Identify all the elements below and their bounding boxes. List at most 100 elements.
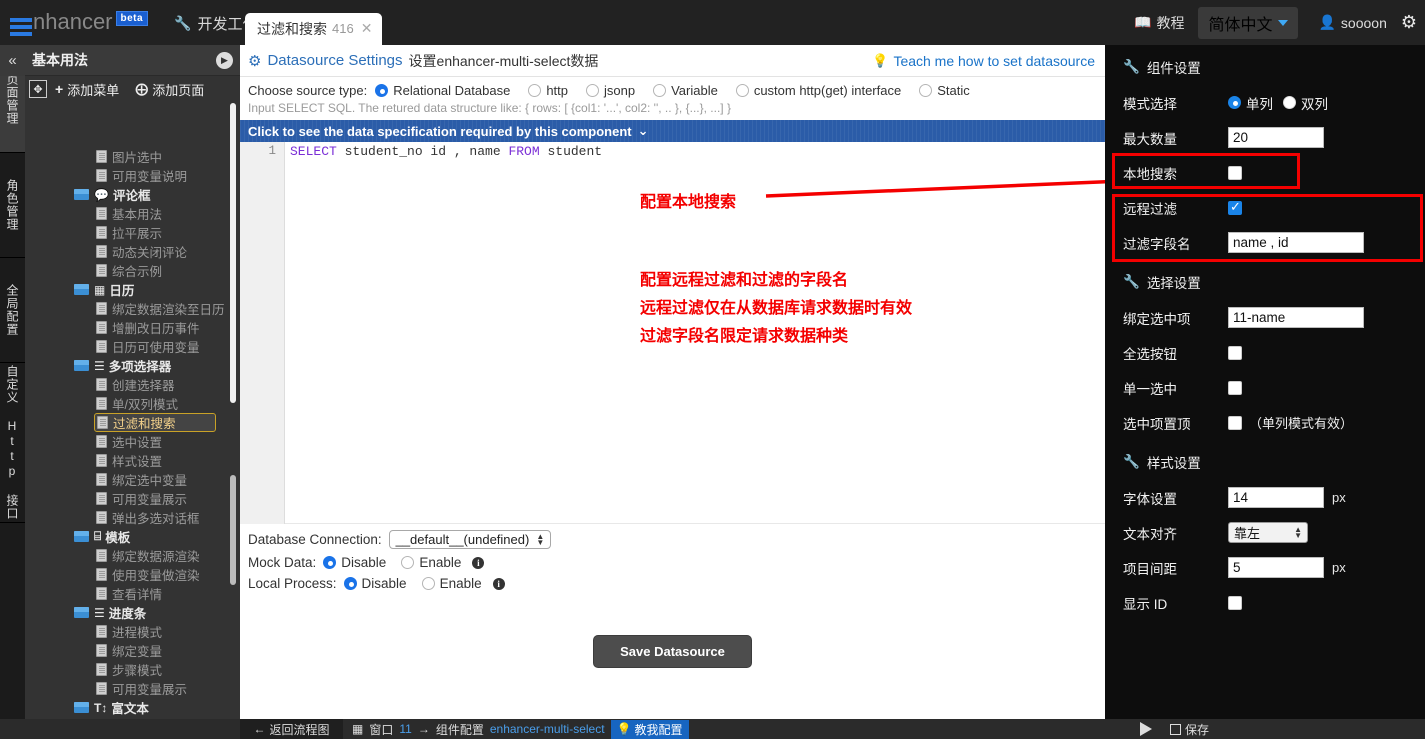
rail-item-global-config[interactable]: 全局配置 (0, 258, 25, 363)
font-size-label: 字体设置 (1123, 491, 1177, 507)
source-type-static[interactable]: Static (919, 83, 970, 98)
mode-single-label: 单列 (1246, 96, 1273, 112)
bottom-bar-right: 保存 (1140, 719, 1209, 739)
mock-disable-label: Disable (341, 555, 387, 570)
item-spacing-label: 项目间距 (1123, 561, 1177, 577)
show-id-checkbox[interactable] (1228, 595, 1242, 610)
local-search-checkbox[interactable] (1228, 165, 1242, 180)
grid-icon[interactable]: ▦ (352, 722, 363, 736)
preview-play-icon[interactable]: ▶ (216, 51, 233, 69)
remote-filter-row: 远程过滤 (1105, 190, 1425, 225)
radio-icon (343, 577, 357, 590)
radio-icon (653, 84, 667, 97)
save-datasource-button[interactable]: Save Datasource (593, 635, 752, 668)
section-select-label: 选择设置 (1146, 276, 1201, 291)
app-root: nhancer beta 🔧 开发工作台 过滤和搜索 416 ✕ 📖 教程 简体… (0, 0, 1425, 739)
datasource-title: ⚙ Datasource Settings 设置enhancer-multi-s… (248, 51, 598, 71)
text-align-value: 靠左 (1234, 526, 1261, 541)
bind-selected-input[interactable] (1228, 307, 1364, 328)
rail-item-custom-http[interactable]: 自定义 Http 接口 (0, 363, 25, 523)
gear-icon[interactable]: ⚙ (1401, 12, 1425, 33)
language-selector[interactable]: 简体中文 (1198, 6, 1299, 39)
source-type-relational-database[interactable]: Relational Database (375, 83, 510, 98)
app-logo[interactable]: nhancer beta (10, 9, 149, 36)
component-name-link[interactable]: enhancer-multi-select (490, 722, 605, 736)
filter-field-input[interactable] (1228, 232, 1364, 253)
mock-data-disable[interactable]: Disable (323, 555, 386, 570)
tree-group-label: 进度条 (108, 607, 147, 621)
source-type-custom-http[interactable]: custom http(get) interface (735, 83, 901, 98)
max-count-input[interactable] (1228, 127, 1324, 148)
group-type-icon: T↕ (94, 700, 108, 715)
tree-group-label: 日历 (109, 284, 135, 298)
back-to-flowchart-button[interactable]: ← 返回流程图 (240, 719, 343, 739)
local-process-disable[interactable]: Disable (343, 576, 407, 591)
add-page-button[interactable]: ⨁ 添加页面 (127, 78, 212, 101)
tab-filter-and-search[interactable]: 过滤和搜索 416 ✕ (245, 13, 383, 45)
add-menu-button[interactable]: + 添加菜单 (47, 78, 127, 101)
lightbulb-icon: 💡 (616, 722, 632, 736)
select-all-checkbox[interactable] (1228, 345, 1242, 360)
remote-filter-checkbox[interactable] (1228, 199, 1242, 215)
text-align-select[interactable]: 靠左 ▲ ▼ (1228, 522, 1308, 543)
tree-item-label: 使用变量做渲染 (112, 569, 200, 583)
mode-double-column[interactable]: 双列 (1283, 93, 1328, 113)
window-number[interactable]: 11 (399, 722, 411, 736)
mock-data-enable[interactable]: Enable (401, 555, 461, 570)
source-type-jsonp[interactable]: jsonp (586, 83, 635, 98)
username-label: soooon (1340, 14, 1387, 31)
mode-double-label: 双列 (1301, 96, 1328, 112)
data-specification-bar[interactable]: Click to see the data specification requ… (240, 120, 1105, 142)
sql-table: student (539, 144, 603, 159)
tree-item[interactable]: 进程模式 (52, 622, 261, 641)
info-icon[interactable]: i (492, 577, 505, 590)
single-select-checkbox[interactable] (1228, 380, 1242, 395)
document-icon (96, 549, 107, 562)
source-type-label-5: Static (937, 83, 970, 98)
item-spacing-input[interactable] (1228, 557, 1324, 578)
show-id-row: 显示 ID (1105, 585, 1425, 620)
radio-icon (1283, 96, 1296, 109)
tree-group[interactable]: ☰ 进度条 (52, 603, 261, 622)
mode-single-column[interactable]: 单列 (1228, 93, 1273, 113)
play-icon[interactable] (1140, 722, 1152, 736)
tree-group[interactable]: T↕ 富文本 (52, 698, 261, 717)
tree-item-label: 增删改日历事件 (112, 322, 200, 336)
teach-datasource-link[interactable]: 💡 Teach me how to set datasource (872, 53, 1095, 69)
source-type-http[interactable]: http (528, 83, 568, 98)
collapse-sidebar-button[interactable]: « (0, 45, 25, 76)
tree-item[interactable]: 查看详情 (52, 584, 261, 603)
teach-config-button[interactable]: 💡 教我配置 (610, 719, 689, 739)
max-count-row: 最大数量 (1105, 120, 1425, 155)
selected-top-checkbox[interactable] (1228, 415, 1242, 430)
tree-item-label: 进程模式 (112, 626, 163, 640)
tree-scrollbar-thumb[interactable] (230, 475, 236, 585)
close-icon[interactable]: ✕ (361, 20, 373, 37)
tree-item-selected[interactable]: 过滤和搜索 (94, 413, 216, 432)
back-label: 返回流程图 (269, 722, 330, 737)
teach-config-label: 教我配置 (634, 722, 683, 737)
max-count-label: 最大数量 (1123, 131, 1177, 147)
beta-badge: beta (115, 11, 149, 26)
tree-item[interactable]: 可用变量展示 (52, 679, 261, 698)
tutorial-link[interactable]: 📖 教程 (1120, 13, 1198, 33)
local-process-enable[interactable]: Enable (421, 576, 482, 591)
move-icon[interactable]: ✥ (29, 80, 47, 98)
tab-label: 过滤和搜索 (257, 20, 327, 37)
tree-item[interactable]: 绑定变量 (52, 641, 261, 660)
bind-selected-label: 绑定选中项 (1123, 311, 1191, 327)
folder-icon (74, 607, 89, 618)
user-menu[interactable]: 👤 soooon (1304, 14, 1400, 31)
add-page-label: 添加页面 (152, 82, 205, 98)
info-icon[interactable]: i (472, 556, 485, 569)
tree-item[interactable]: 步骤模式 (52, 660, 261, 679)
save-button[interactable]: 保存 (1170, 721, 1209, 738)
tree-item[interactable]: 选中设置 (52, 432, 261, 451)
tree-item[interactable]: 样式设置 (52, 451, 261, 470)
tree-scrollbar-track[interactable] (230, 103, 236, 403)
source-type-variable[interactable]: Variable (653, 83, 718, 98)
local-enable-label: Enable (439, 576, 482, 591)
font-size-input[interactable] (1228, 487, 1324, 508)
database-connection-select[interactable]: __default__(undefined) ▲ ▼ (388, 530, 552, 549)
rail-item-role-management[interactable]: 角色管理 (0, 153, 25, 258)
